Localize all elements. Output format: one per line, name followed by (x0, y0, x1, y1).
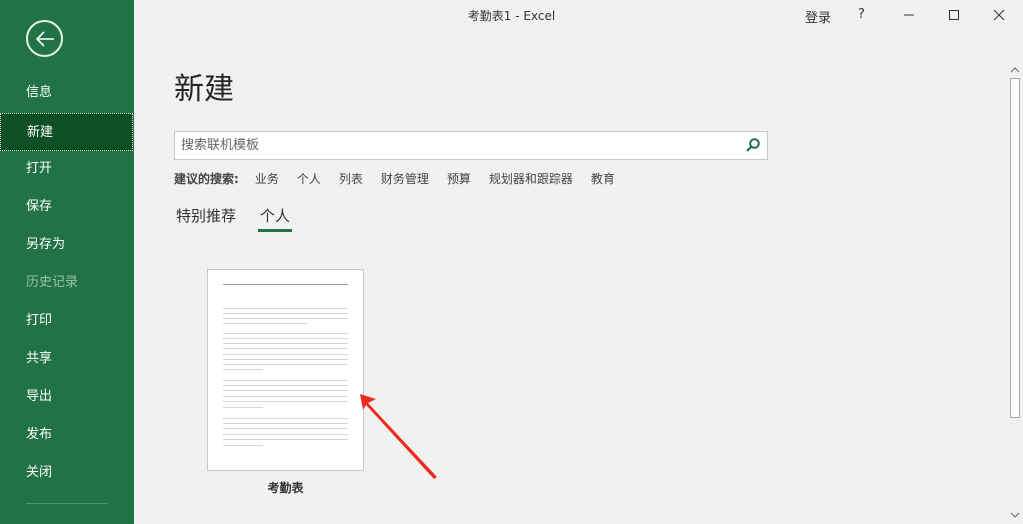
scroll-up-icon[interactable] (1010, 67, 1020, 73)
red-arrow-annotation (360, 394, 437, 479)
scroll-down-icon[interactable] (1010, 512, 1020, 518)
scrollbar-thumb[interactable] (1010, 78, 1020, 418)
